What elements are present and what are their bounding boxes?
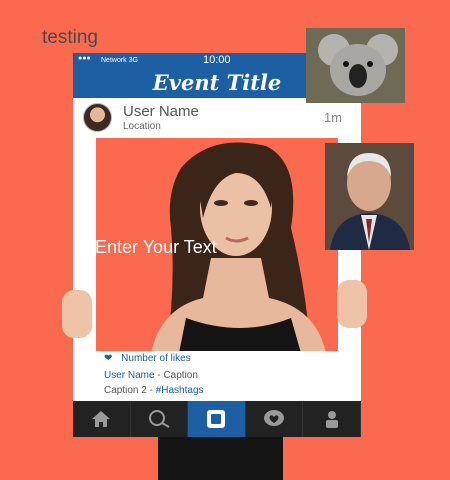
koala-photo[interactable]: [306, 28, 405, 103]
heart-icon: [264, 410, 285, 426]
camera-icon: [207, 410, 226, 428]
home-icon: [92, 411, 111, 427]
caption-text: - Caption: [154, 370, 198, 381]
likes-count: Number of likes: [121, 353, 191, 364]
status-time: 10:00: [203, 54, 231, 66]
hashtags[interactable]: #Hashtags: [156, 385, 204, 396]
tab-camera[interactable]: [188, 401, 246, 437]
left-hand: [62, 290, 92, 338]
tab-activity[interactable]: [246, 401, 304, 437]
post-user-name[interactable]: User Name: [123, 103, 199, 120]
shirt-bottom: [158, 437, 283, 480]
heart-icon: ❤: [104, 353, 113, 364]
tab-profile[interactable]: [303, 401, 361, 437]
top-label: testing: [42, 27, 98, 48]
network-label: Network 3G: [101, 57, 138, 64]
caption-2: Caption 2 - #Hashtags: [104, 385, 204, 396]
tab-search[interactable]: [131, 401, 189, 437]
tab-home[interactable]: [73, 401, 131, 437]
koala-image: [306, 28, 405, 103]
caption-1: User Name - Caption: [104, 370, 198, 381]
post-location: Location: [123, 121, 161, 132]
old-man-image: [325, 143, 414, 250]
overlay-text[interactable]: Enter Your Text: [95, 237, 217, 258]
right-hand: [337, 280, 367, 328]
old-man-photo[interactable]: [325, 143, 414, 250]
avatar[interactable]: [83, 103, 112, 132]
post-header: User Name Location 1m: [73, 98, 361, 136]
caption2-text: Caption 2 -: [104, 385, 156, 396]
signal-dots: ●●●: [78, 55, 91, 62]
caption-user[interactable]: User Name: [104, 370, 155, 381]
tab-bar: [73, 401, 361, 437]
post-time-ago: 1m: [323, 110, 342, 125]
search-icon: [148, 410, 170, 428]
profile-icon: [325, 411, 338, 428]
likes-row[interactable]: ❤ Number of likes: [104, 353, 191, 364]
